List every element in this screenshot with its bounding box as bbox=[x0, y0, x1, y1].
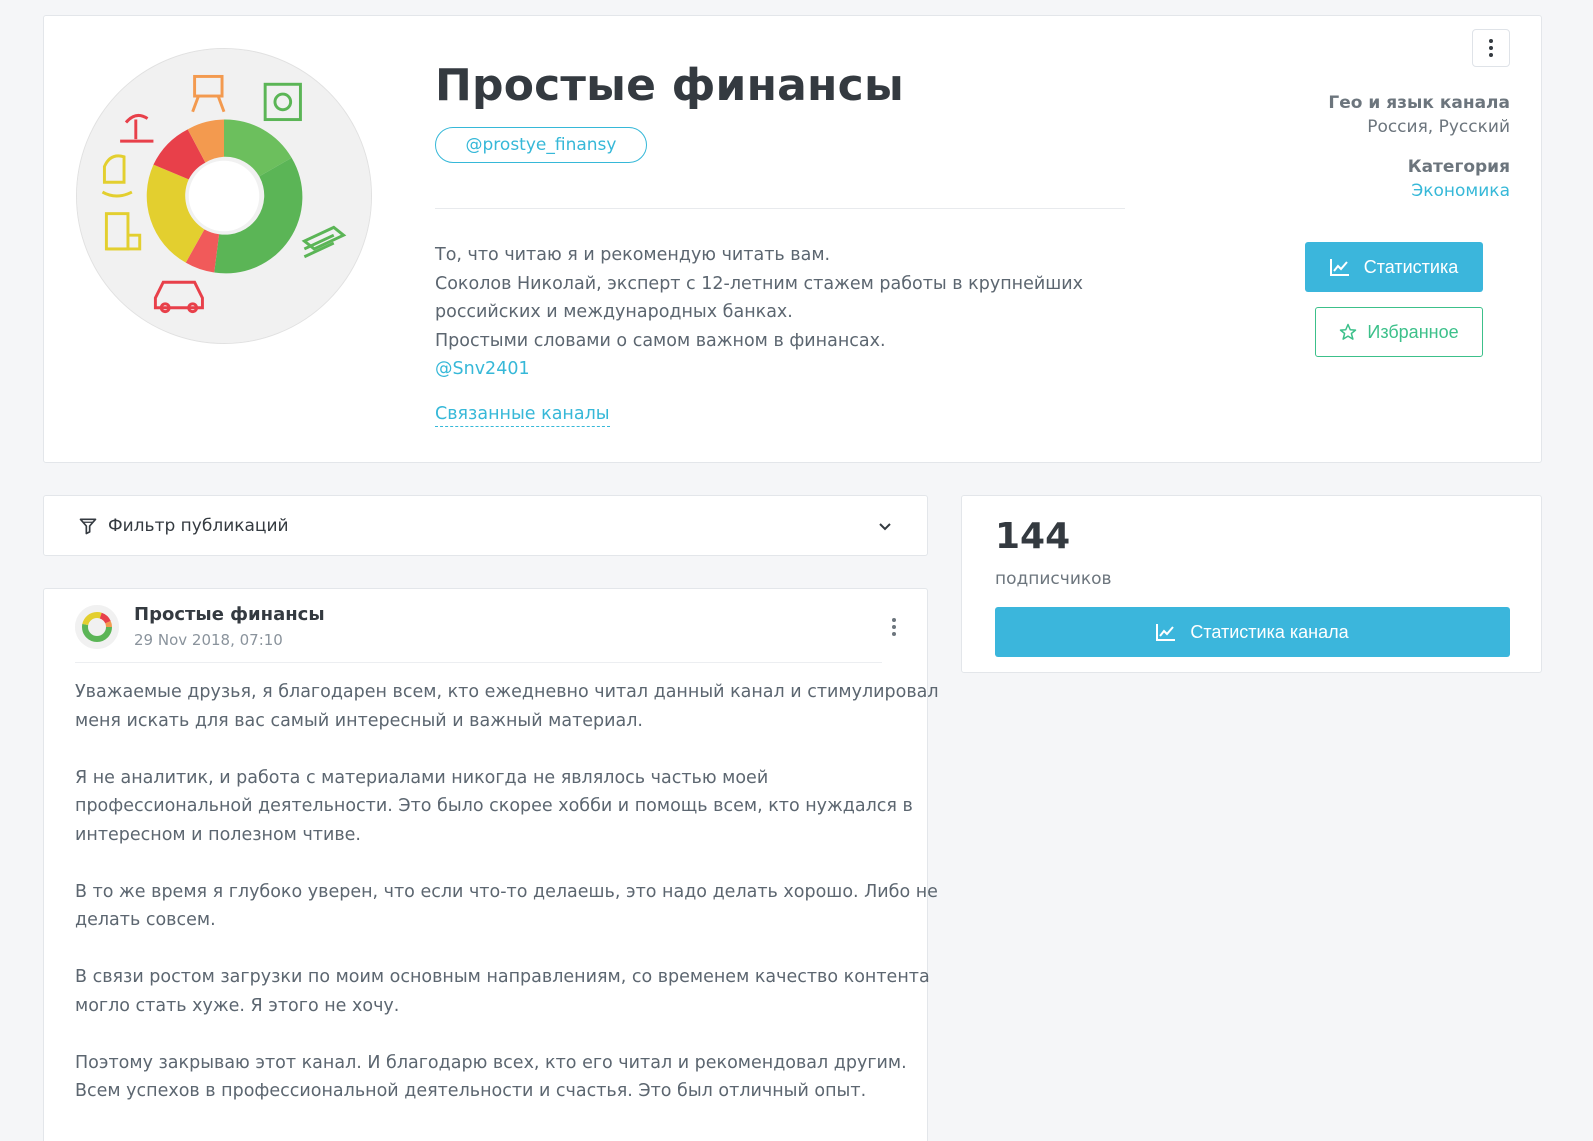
filter-label: Фильтр публикаций bbox=[108, 515, 289, 536]
subscribers-label: подписчиков bbox=[995, 569, 1112, 589]
subscribers-count: 144 bbox=[995, 516, 1071, 557]
description-line: Простыми словами о самом важном в финанс… bbox=[435, 330, 886, 351]
statistics-button-label: Статистика bbox=[1363, 256, 1459, 277]
star-icon bbox=[1340, 323, 1357, 340]
post-line: могло стать хуже. Я этого не хочу. bbox=[75, 995, 400, 1016]
channel-header-card: Простые финансы @prostye_finansy То, что… bbox=[43, 15, 1542, 463]
category-link[interactable]: Экономика bbox=[1150, 181, 1510, 201]
channel-statistics-button-label: Статистика канала bbox=[1190, 621, 1349, 642]
post-line: Поэтому закрываю этот канал. И благодарю… bbox=[75, 1052, 907, 1073]
post-more-button[interactable] bbox=[889, 615, 899, 639]
subscribers-card: 144 подписчиков Статистика канала bbox=[961, 495, 1542, 673]
post-paragraph: Я не аналитик, и работа с материалами ни… bbox=[75, 764, 913, 850]
geo-value: Россия, Русский bbox=[1367, 117, 1510, 137]
post-author-avatar[interactable] bbox=[75, 605, 119, 649]
post-body: Уважаемые друзья, я благодарен всем, кто… bbox=[75, 678, 939, 1134]
post-line: В связи ростом загрузки по моим основным… bbox=[75, 967, 930, 987]
post-paragraph: В то же время я глубоко уверен, что если… bbox=[75, 878, 938, 935]
channel-page: Простые финансы @prostye_finansy То, что… bbox=[0, 0, 1593, 1141]
chevron-down-icon bbox=[879, 522, 891, 530]
post-line: интересном и полезном чтиве. bbox=[75, 824, 361, 845]
channel-description: То, что читаю я и рекомендую читать вам.… bbox=[435, 241, 1135, 384]
post-line: меня искать для вас самый интересный и в… bbox=[75, 710, 643, 731]
description-line: Соколов Николай, эксперт с 12-летним ста… bbox=[435, 273, 1083, 294]
channel-username-link[interactable]: @prostye_finansy bbox=[435, 127, 647, 163]
header-divider bbox=[435, 208, 1125, 209]
channel-title: Простые финансы bbox=[435, 60, 904, 111]
post-divider bbox=[75, 662, 882, 663]
post-line: Я не аналитик, и работа с материалами ни… bbox=[75, 767, 769, 788]
statistics-button[interactable]: Статистика bbox=[1305, 242, 1483, 292]
description-line: российских и международных банках. bbox=[435, 302, 793, 322]
post-line: делать совсем. bbox=[75, 910, 216, 930]
favorites-button-label: Избранное bbox=[1367, 321, 1459, 342]
post-author-name[interactable]: Простые финансы bbox=[134, 604, 325, 625]
post-paragraph: Уважаемые друзья, я благодарен всем, кто… bbox=[75, 678, 939, 735]
geo-label: Гео и язык канала bbox=[1328, 93, 1510, 113]
post-line: Всем успехов в профессиональной деятельн… bbox=[75, 1081, 867, 1101]
channel-avatar bbox=[76, 48, 372, 344]
line-chart-icon bbox=[1329, 259, 1349, 276]
channel-more-button[interactable] bbox=[1472, 29, 1510, 67]
channel-logo bbox=[77, 49, 371, 343]
favorites-button[interactable]: Избранное bbox=[1315, 307, 1483, 357]
filter-icon bbox=[79, 518, 97, 534]
more-vertical-icon bbox=[892, 618, 896, 636]
description-line: То, что читаю я и рекомендую читать вам. bbox=[435, 245, 831, 265]
channel-logo-small bbox=[75, 605, 119, 649]
post-paragraph: Поэтому закрываю этот канал. И благодарю… bbox=[75, 1049, 907, 1106]
contact-handle-link[interactable]: @Snv2401 bbox=[435, 355, 1135, 384]
post-line: Уважаемые друзья, я благодарен всем, кто… bbox=[75, 682, 939, 702]
post-date: 29 Nov 2018, 07:10 bbox=[134, 631, 283, 649]
post-paragraph: В связи ростом загрузки по моим основным… bbox=[75, 963, 930, 1020]
channel-statistics-button[interactable]: Статистика канала bbox=[995, 607, 1510, 657]
line-chart-icon bbox=[1156, 624, 1176, 641]
post-line: профессиональной деятельности. Это было … bbox=[75, 796, 913, 816]
category-label: Категория bbox=[1407, 157, 1510, 177]
related-channels-link[interactable]: Связанные каналы bbox=[435, 404, 610, 427]
publications-filter-toggle[interactable]: Фильтр публикаций bbox=[43, 495, 928, 556]
more-vertical-icon bbox=[1489, 39, 1493, 57]
post-line: В то же время я глубоко уверен, что если… bbox=[75, 881, 938, 902]
post-card: Простые финансы 29 Nov 2018, 07:10 Уважа… bbox=[43, 588, 939, 1141]
channel-meta: Гео и язык канала Россия, Русский Катего… bbox=[1150, 93, 1510, 201]
